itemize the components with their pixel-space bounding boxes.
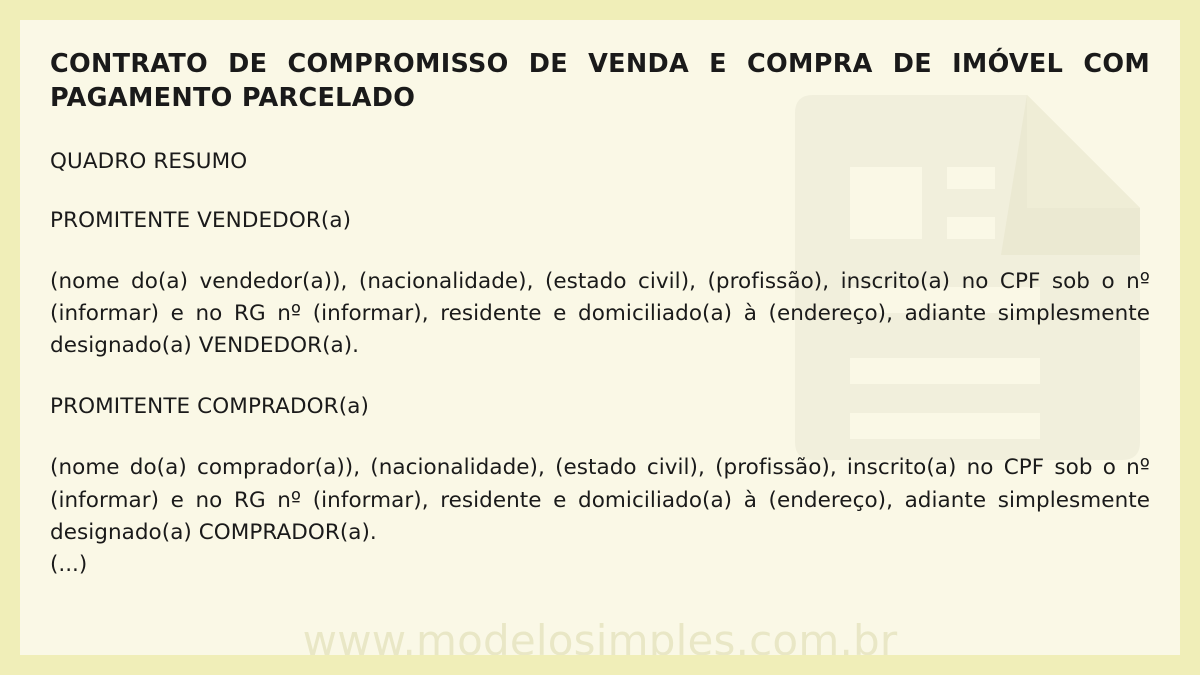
seller-heading: PROMITENTE VENDEDOR(a) [50,207,352,233]
document-content: CONTRATO DE COMPROMISSO DE VENDA E COMPR… [50,48,1150,581]
buyer-paragraph: (nome do(a) comprador(a)), (nacionalidad… [50,455,1150,545]
continuation-marker: (...) [50,552,88,578]
seller-paragraph: (nome do(a) vendedor(a)), (nacionalidade… [50,268,1150,359]
document-page: www.modelosimples.com.br CONTRATO DE COM… [20,20,1180,655]
summary-section-heading: QUADRO RESUMO [50,148,248,174]
watermark-url: www.modelosimples.com.br [302,616,898,655]
document-title: CONTRATO DE COMPROMISSO DE VENDA E COMPR… [50,49,1150,113]
buyer-heading: PROMITENTE COMPRADOR(a) [50,394,369,420]
page-border: www.modelosimples.com.br CONTRATO DE COM… [0,0,1200,675]
